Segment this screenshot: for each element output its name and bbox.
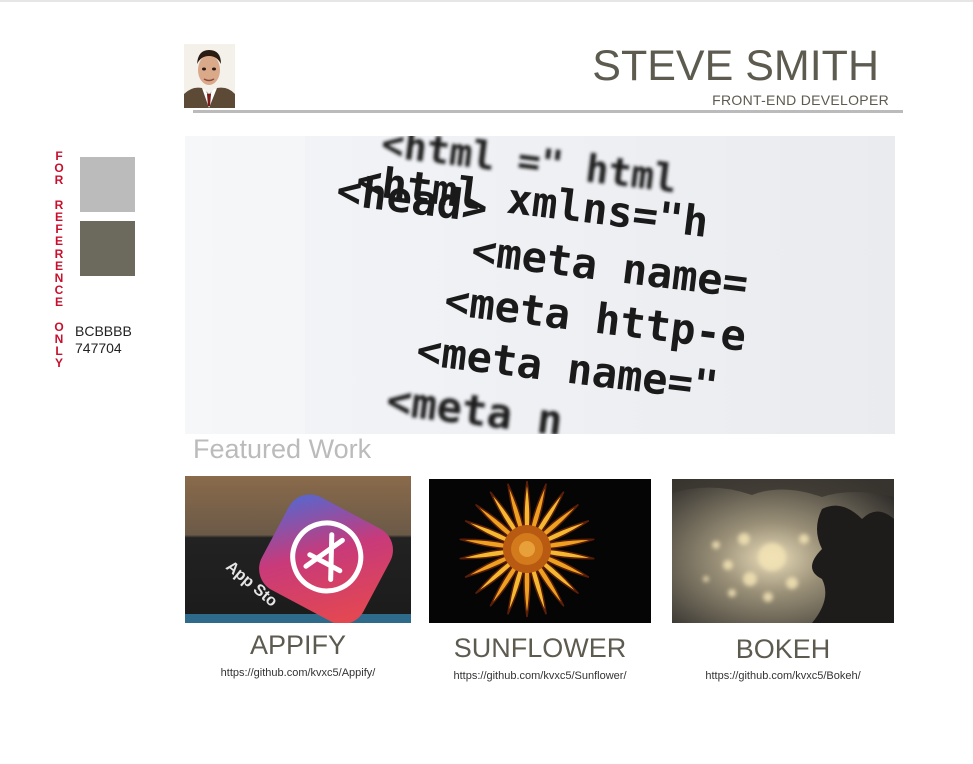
bokeh-image[interactable] bbox=[672, 479, 894, 623]
link-sunflower[interactable]: https://github.com/kvxc5/Sunflower/ bbox=[429, 670, 651, 682]
color-codes: BCBBBB 747704 bbox=[75, 323, 132, 357]
featured-work-heading: Featured Work bbox=[193, 434, 372, 464]
hero-image: <html =" html <html xmlns="h <head> <met… bbox=[185, 136, 895, 434]
header-divider bbox=[193, 110, 903, 113]
reference-letter: R bbox=[54, 173, 64, 188]
link-bokeh[interactable]: https://github.com/kvxc5/Bokeh/ bbox=[672, 670, 894, 682]
app-store-icon: App Sto bbox=[185, 476, 411, 623]
sunflower-image[interactable] bbox=[429, 479, 651, 623]
page-title: STEVE SMITH bbox=[592, 42, 879, 90]
link-appify[interactable]: https://github.com/kvxc5/Appify/ bbox=[185, 667, 411, 679]
card-title-sunflower: SUNFLOWER bbox=[453, 633, 627, 663]
avatar bbox=[184, 44, 235, 108]
top-border bbox=[0, 0, 973, 2]
sunflower-icon bbox=[429, 479, 651, 623]
card-title-appify: APPIFY bbox=[249, 630, 347, 660]
reference-letter bbox=[52, 187, 66, 199]
reference-letter: E bbox=[54, 295, 63, 310]
appify-image[interactable]: App Sto bbox=[185, 476, 411, 623]
reference-letter bbox=[52, 309, 66, 321]
color-code-2: 747704 bbox=[75, 340, 122, 356]
color-swatch-light-gray bbox=[80, 157, 135, 212]
for-reference-only-label: FOR REFERENCE ONLY bbox=[52, 150, 66, 370]
profile-photo-icon bbox=[184, 44, 235, 108]
reference-letter: R bbox=[54, 246, 64, 261]
subtitle: FRONT-END DEVELOPER bbox=[712, 92, 889, 108]
color-code-1: BCBBBB bbox=[75, 323, 132, 339]
reference-letter: Y bbox=[54, 356, 63, 371]
html-code-image: <html =" html <html xmlns="h <head> <met… bbox=[185, 136, 895, 434]
bokeh-icon bbox=[672, 479, 894, 623]
card-title-bokeh: BOKEH bbox=[735, 634, 831, 664]
reference-letter: E bbox=[54, 234, 63, 249]
color-swatch-olive-gray bbox=[80, 221, 135, 276]
